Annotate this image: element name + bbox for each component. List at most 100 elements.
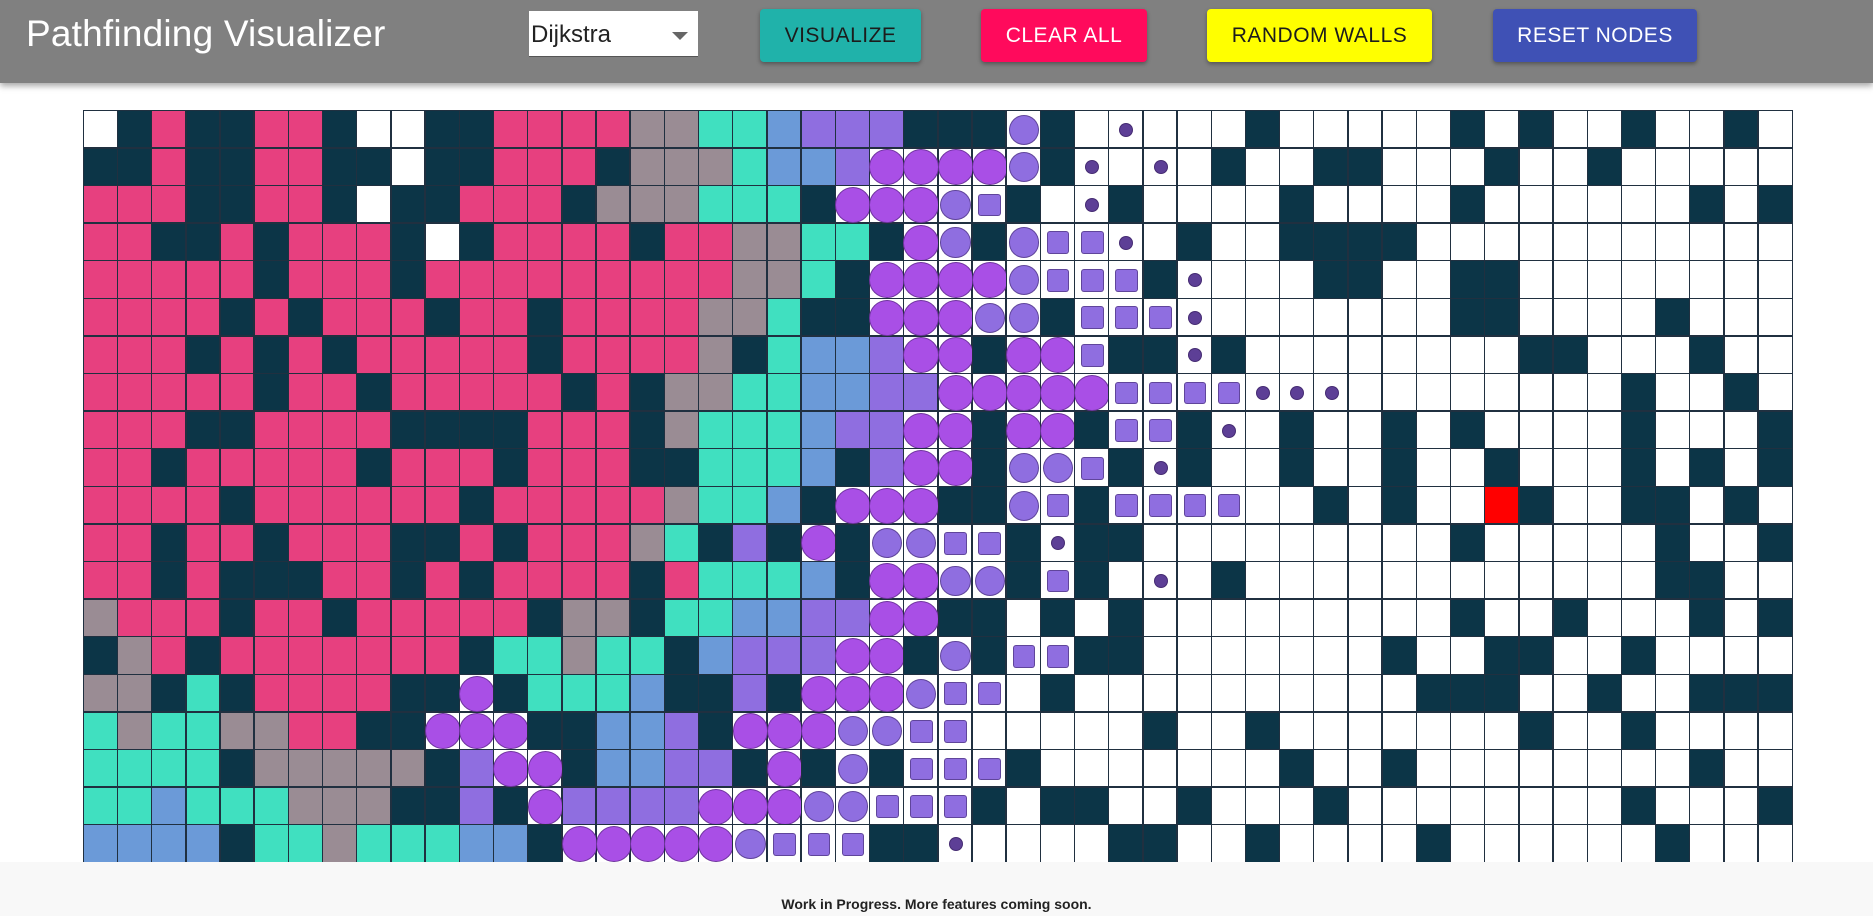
visited-cell[interactable] xyxy=(834,222,870,261)
grid-cell[interactable] xyxy=(1347,674,1383,713)
visited-cell[interactable] xyxy=(458,786,494,825)
visited-cell[interactable] xyxy=(151,335,187,374)
visited-cell[interactable] xyxy=(151,598,187,637)
visited-cell[interactable] xyxy=(117,260,152,299)
frontier-cell[interactable] xyxy=(903,749,939,788)
grid-cell[interactable] xyxy=(1484,110,1520,149)
visited-cell[interactable] xyxy=(664,598,699,637)
visited-cell[interactable] xyxy=(390,448,426,487)
wall-cell[interactable] xyxy=(1381,222,1417,261)
grid-cell[interactable] xyxy=(1757,711,1793,750)
visited-cell[interactable] xyxy=(322,674,358,713)
grid-cell[interactable] xyxy=(1484,598,1520,637)
visited-cell[interactable] xyxy=(185,824,221,863)
grid-cell[interactable] xyxy=(1621,298,1656,337)
frontier-cell[interactable] xyxy=(1176,486,1212,525)
wall-cell[interactable] xyxy=(1347,222,1383,261)
wall-cell[interactable] xyxy=(527,298,563,337)
visited-cell[interactable] xyxy=(117,674,152,713)
visited-cell[interactable] xyxy=(561,448,597,487)
wall-cell[interactable] xyxy=(629,448,665,487)
frontier-cell[interactable] xyxy=(1074,373,1111,412)
visited-cell[interactable] xyxy=(253,185,289,224)
visited-cell[interactable] xyxy=(561,410,597,449)
visited-cell[interactable] xyxy=(185,561,221,600)
grid-cell[interactable] xyxy=(1484,711,1520,750)
visited-cell[interactable] xyxy=(219,335,255,374)
frontier-cell[interactable] xyxy=(834,711,870,750)
grid-cell[interactable] xyxy=(1416,147,1451,186)
grid-cell[interactable] xyxy=(1655,110,1691,149)
frontier-cell[interactable] xyxy=(800,786,836,825)
visited-cell[interactable] xyxy=(595,749,631,788)
frontier-cell[interactable] xyxy=(937,636,973,675)
wall-cell[interactable] xyxy=(1689,674,1725,713)
visited-cell[interactable] xyxy=(117,711,152,750)
frontier-cell[interactable] xyxy=(903,222,940,261)
grid-cell[interactable] xyxy=(1552,260,1588,299)
grid-cell[interactable] xyxy=(1074,749,1109,788)
wall-cell[interactable] xyxy=(834,298,870,337)
grid-cell[interactable] xyxy=(1757,110,1793,149)
visited-cell[interactable] xyxy=(458,448,494,487)
frontier-cell[interactable] xyxy=(937,185,973,224)
grid-cell[interactable] xyxy=(1518,786,1554,825)
frontier-cell[interactable] xyxy=(869,786,904,825)
frontier-cell[interactable] xyxy=(493,749,530,788)
visited-cell[interactable] xyxy=(185,598,221,637)
visited-cell[interactable] xyxy=(698,185,733,224)
visited-cell[interactable] xyxy=(83,448,118,487)
visited-cell[interactable] xyxy=(800,410,836,449)
visited-cell[interactable] xyxy=(117,486,152,525)
frontier-cell[interactable] xyxy=(1108,373,1144,412)
visited-cell[interactable] xyxy=(664,185,699,224)
grid-cell[interactable] xyxy=(1040,185,1075,224)
grid-cell[interactable] xyxy=(1005,824,1041,863)
grid-cell[interactable] xyxy=(1723,786,1759,825)
visited-cell[interactable] xyxy=(185,749,221,788)
wall-cell[interactable] xyxy=(390,786,426,825)
wall-cell[interactable] xyxy=(937,598,973,637)
grid-cell[interactable] xyxy=(1723,185,1759,224)
wall-cell[interactable] xyxy=(1757,410,1793,449)
visited-cell[interactable] xyxy=(766,598,802,637)
grid-cell[interactable] xyxy=(1621,523,1656,562)
visited-cell[interactable] xyxy=(117,598,152,637)
wall-cell[interactable] xyxy=(1450,298,1485,337)
frontier-cell[interactable] xyxy=(903,448,940,487)
wall-cell[interactable] xyxy=(1518,110,1554,149)
wall-cell[interactable] xyxy=(971,786,1007,825)
visited-cell[interactable] xyxy=(390,598,426,637)
visited-cell[interactable] xyxy=(253,598,289,637)
grid-cell[interactable] xyxy=(1552,185,1588,224)
wall-cell[interactable] xyxy=(561,185,597,224)
visited-cell[interactable] xyxy=(561,598,597,637)
wall-cell[interactable] xyxy=(322,185,358,224)
visited-cell[interactable] xyxy=(424,335,460,374)
wall-cell[interactable] xyxy=(971,410,1007,449)
grid-cell[interactable] xyxy=(1621,749,1656,788)
grid-cell[interactable] xyxy=(1450,147,1485,186)
frontier-cell[interactable] xyxy=(1005,110,1041,149)
frontier-cell[interactable] xyxy=(834,636,871,675)
visited-cell[interactable] xyxy=(527,674,563,713)
wall-cell[interactable] xyxy=(390,711,426,750)
grid-cell[interactable] xyxy=(1416,410,1451,449)
grid-cell[interactable] xyxy=(1210,749,1246,788)
grid-cell[interactable] xyxy=(1416,260,1451,299)
visited-cell[interactable] xyxy=(458,598,494,637)
wall-cell[interactable] xyxy=(1108,598,1144,637)
wall-cell[interactable] xyxy=(1416,674,1451,713)
grid-cell[interactable] xyxy=(1518,561,1554,600)
wall-cell[interactable] xyxy=(1621,373,1656,412)
visited-cell[interactable] xyxy=(253,147,289,186)
grid-cell[interactable] xyxy=(1518,598,1554,637)
visited-cell[interactable] xyxy=(493,185,528,224)
visited-cell[interactable] xyxy=(151,110,187,149)
visited-cell[interactable] xyxy=(151,260,187,299)
visited-cell[interactable] xyxy=(356,824,392,863)
wall-cell[interactable] xyxy=(1142,335,1178,374)
visited-cell[interactable] xyxy=(664,260,699,299)
grid-cell[interactable] xyxy=(1723,636,1759,675)
frontier-cell[interactable] xyxy=(937,711,973,750)
